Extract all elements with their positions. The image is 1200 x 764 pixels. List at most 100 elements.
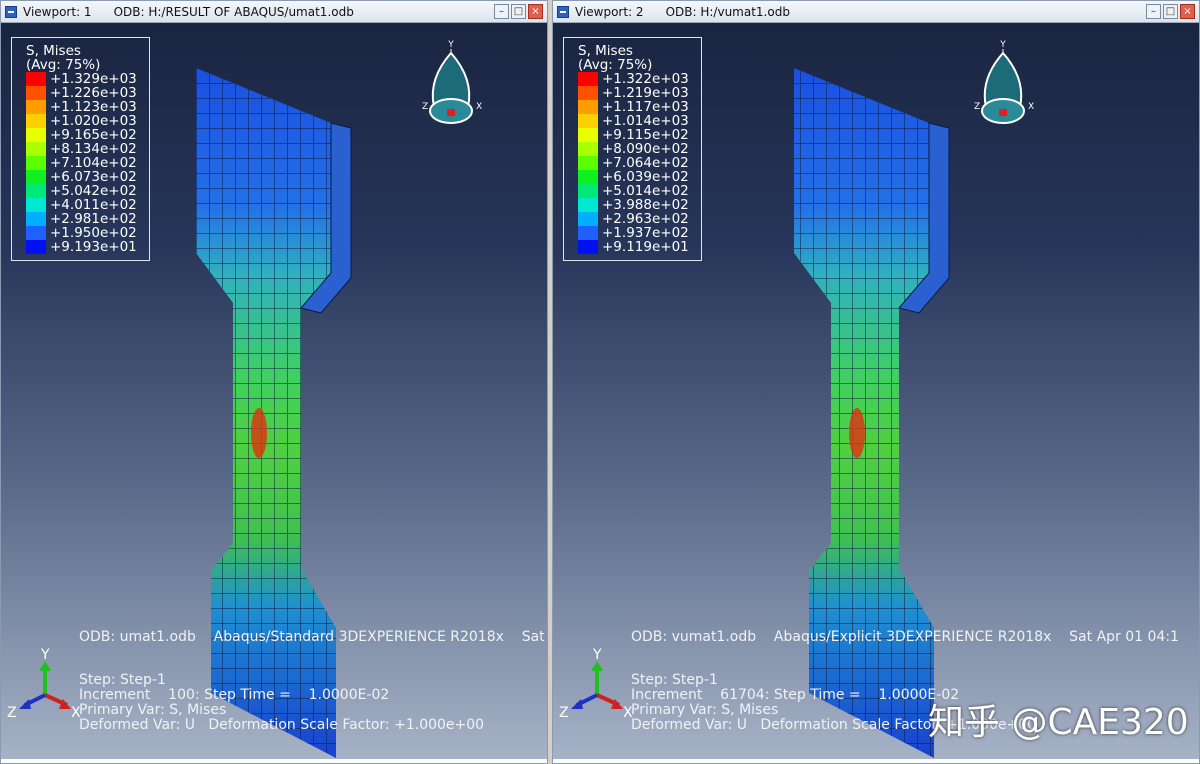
- specimen-mesh: [794, 68, 934, 758]
- legend-value: +7.104e+02: [50, 155, 137, 171]
- maximize-button[interactable]: □: [1163, 4, 1178, 19]
- legend-value: +2.981e+02: [50, 211, 137, 227]
- legend-value: +9.193e+01: [50, 239, 137, 255]
- legend-swatch: [26, 226, 46, 240]
- legend-swatch: [578, 100, 598, 114]
- legend-value: +5.042e+02: [50, 183, 137, 199]
- legend-swatch: [26, 142, 46, 156]
- axis-z-label: Z: [7, 705, 17, 721]
- legend-swatch: [578, 240, 598, 254]
- legend-value: +7.064e+02: [602, 155, 689, 171]
- svg-text:Z: Z: [422, 102, 428, 112]
- legend-entry: +6.073e+02: [26, 170, 137, 184]
- viewport-title: Viewport: 1: [23, 4, 92, 19]
- axis-y-label: Y: [40, 647, 50, 663]
- legend-value: +9.119e+01: [602, 239, 689, 255]
- legend-entry: +1.219e+03: [578, 86, 689, 100]
- odb-info-line: ODB: vumat1.odb Abaqus/Explicit 3DEXPERI…: [631, 629, 1179, 645]
- legend-entry: +5.042e+02: [26, 184, 137, 198]
- step-info: Step: Step-1: [79, 672, 166, 688]
- legend-subtitle: (Avg: 75%): [578, 57, 653, 73]
- viewport-2[interactable]: Viewport: 2 ODB: H:/vumat1.odb – □ × S, …: [552, 0, 1200, 764]
- legend-entry: +6.039e+02: [578, 170, 689, 184]
- increment-info: Increment 61704: Step Time = 1.0000E-02: [631, 687, 960, 703]
- legend-swatch: [26, 170, 46, 184]
- legend-entry: +1.014e+03: [578, 114, 689, 128]
- svg-text:X: X: [1028, 102, 1034, 112]
- legend-swatch: [578, 156, 598, 170]
- legend-entry: +1.226e+03: [26, 86, 137, 100]
- legend-entry: +4.011e+02: [26, 198, 137, 212]
- legend-entry: +5.014e+02: [578, 184, 689, 198]
- legend-entry: +1.322e+03: [578, 72, 689, 86]
- legend-entry: +1.123e+03: [26, 100, 137, 114]
- legend-swatch: [578, 212, 598, 226]
- increment-info: Increment 100: Step Time = 1.0000E-02: [79, 687, 390, 703]
- stress-hotspot: [849, 408, 865, 458]
- step-info: Step: Step-1: [631, 672, 718, 688]
- viewport-canvas[interactable]: S, Mises (Avg: 75%) +1.322e+03 +1.219e+03…: [553, 23, 1199, 759]
- legend-value: +8.134e+02: [50, 141, 137, 157]
- legend-value: +1.226e+03: [50, 85, 137, 101]
- legend-swatch: [578, 86, 598, 100]
- legend-swatch: [578, 184, 598, 198]
- primary-var-info: Primary Var: S, Mises: [631, 702, 779, 718]
- close-button[interactable]: ×: [528, 4, 543, 19]
- legend-entry: +1.020e+03: [26, 114, 137, 128]
- svg-text:Y: Y: [999, 40, 1006, 50]
- legend-value: +2.963e+02: [602, 211, 689, 227]
- legend-entry: +8.090e+02: [578, 142, 689, 156]
- legend-entry: +1.937e+02: [578, 226, 689, 240]
- minimize-button[interactable]: –: [494, 4, 509, 19]
- legend-entry: +9.193e+01: [26, 240, 137, 254]
- view-cube-triad-icon: Y Z X: [422, 40, 482, 124]
- legend-value: +1.014e+03: [602, 113, 689, 129]
- legend-entry: +2.963e+02: [578, 212, 689, 226]
- legend-swatch: [578, 128, 598, 142]
- viewport-1[interactable]: Viewport: 1 ODB: H:/RESULT OF ABAQUS/uma…: [0, 0, 548, 764]
- svg-text:Z: Z: [974, 102, 980, 112]
- view-cube-triad-icon: Y Z X: [974, 40, 1034, 124]
- legend-value: +1.950e+02: [50, 225, 137, 241]
- legend-entry: +9.165e+02: [26, 128, 137, 142]
- contour-legend: S, Mises (Avg: 75%) +1.329e+03 +1.226e+03…: [11, 37, 150, 261]
- legend-subtitle: (Avg: 75%): [26, 57, 101, 73]
- legend-swatch: [26, 212, 46, 226]
- legend-entry: +1.950e+02: [26, 226, 137, 240]
- minimize-button[interactable]: –: [1146, 4, 1161, 19]
- svg-text:Y: Y: [447, 40, 454, 50]
- contour-legend: S, Mises (Avg: 75%) +1.322e+03 +1.219e+03…: [563, 37, 702, 261]
- close-button[interactable]: ×: [1180, 4, 1195, 19]
- legend-value: +1.020e+03: [50, 113, 137, 129]
- primary-var-info: Primary Var: S, Mises: [79, 702, 227, 718]
- legend-entry: +2.981e+02: [26, 212, 137, 226]
- legend-value: +8.090e+02: [602, 141, 689, 157]
- maximize-button[interactable]: □: [511, 4, 526, 19]
- legend-swatch: [26, 72, 46, 86]
- axis-z-label: Z: [559, 705, 569, 721]
- axis-y-label: Y: [592, 647, 602, 663]
- viewport-canvas[interactable]: S, Mises (Avg: 75%) +1.329e+03 +1.226e+03…: [1, 23, 547, 759]
- legend-value: +9.115e+02: [602, 127, 689, 143]
- legend-value: +5.014e+02: [602, 183, 689, 199]
- legend-value: +1.322e+03: [602, 71, 689, 87]
- legend-entry: +9.115e+02: [578, 128, 689, 142]
- legend-swatch: [578, 170, 598, 184]
- deformed-var-info: Deformed Var: U Deformation Scale Factor…: [79, 717, 485, 733]
- legend-swatch: [578, 72, 598, 86]
- legend-swatch: [26, 86, 46, 100]
- legend-value: +1.219e+03: [602, 85, 689, 101]
- viewport-menu-icon[interactable]: [5, 5, 17, 18]
- viewport-title: Viewport: 2: [575, 4, 644, 19]
- legend-title: S, Mises: [26, 43, 81, 59]
- coordinate-axes-triad: Y Z X: [559, 647, 633, 721]
- legend-swatch: [578, 226, 598, 240]
- viewport-titlebar[interactable]: Viewport: 1 ODB: H:/RESULT OF ABAQUS/uma…: [1, 1, 547, 23]
- legend-value: +1.329e+03: [50, 71, 137, 87]
- viewport-titlebar[interactable]: Viewport: 2 ODB: H:/vumat1.odb – □ ×: [553, 1, 1199, 23]
- legend-swatch: [26, 198, 46, 212]
- viewport-menu-icon[interactable]: [557, 5, 569, 18]
- odb-path: ODB: H:/vumat1.odb: [665, 4, 790, 19]
- legend-swatch: [26, 240, 46, 254]
- legend-swatch: [26, 114, 46, 128]
